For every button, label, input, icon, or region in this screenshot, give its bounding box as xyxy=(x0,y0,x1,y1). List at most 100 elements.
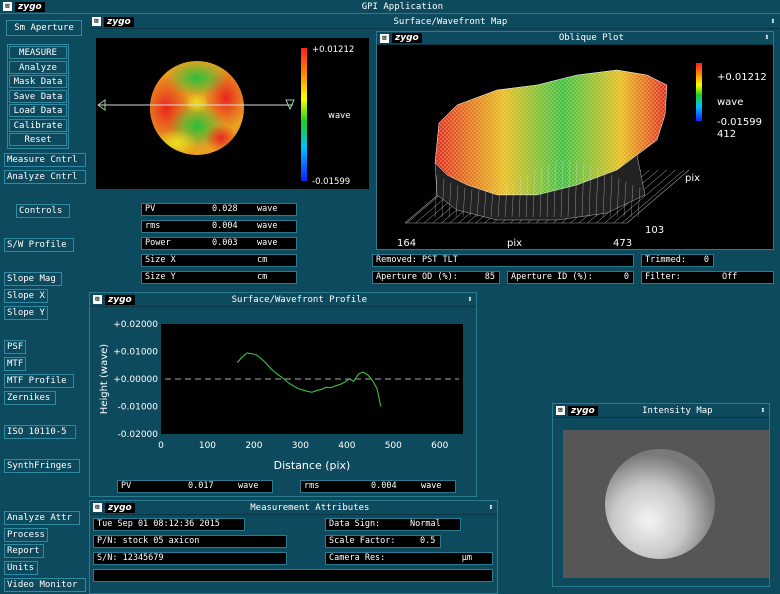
app-title: GPI Application xyxy=(361,1,443,12)
sidebar-item-mtf[interactable]: MTF xyxy=(4,357,26,371)
sidebar-item-controls[interactable]: Controls xyxy=(16,204,70,218)
notes-field[interactable] xyxy=(93,569,493,582)
measurement-attributes-window: ⊠ zygo Measurement Attributes ⬍ Tue Sep … xyxy=(89,500,498,594)
date-field: Tue Sep 01 08:12:36 2015 xyxy=(93,518,245,531)
zygo-logo: zygo xyxy=(392,33,422,43)
oblique-scale-unit: wave xyxy=(717,97,743,108)
pin-icon[interactable]: ⬍ xyxy=(464,295,476,305)
pin-icon[interactable]: ⬍ xyxy=(757,406,769,416)
sidebar-item-zernikes[interactable]: Zernikes xyxy=(4,391,56,405)
close-icon[interactable]: ⊠ xyxy=(93,295,102,304)
sidebar-button-load-data[interactable]: Load Data xyxy=(9,104,67,117)
aperture-id-value: 0 xyxy=(623,272,629,282)
profile-titlebar: ⊠ zygo Surface/Wavefront Profile ⬍ xyxy=(90,293,476,307)
y-tick-label: +0.02000 xyxy=(113,320,158,330)
profile-pv-label: PV xyxy=(121,481,132,491)
oblique-title: Oblique Plot xyxy=(558,33,624,43)
sidebar-button-calibrate[interactable]: Calibrate xyxy=(9,118,67,132)
sidebar-item-slope-y[interactable]: Slope Y xyxy=(4,306,48,320)
y-tick-label: +0.00000 xyxy=(113,375,158,385)
data-sign-value: Normal xyxy=(410,519,441,529)
oblique-plot-window: ⊠ zygo Oblique Plot ⬍ +0.01212 wave -0.0… xyxy=(376,31,774,250)
oblique-pix-right: pix xyxy=(685,173,700,184)
profile-title: Surface/Wavefront Profile xyxy=(231,294,368,305)
close-icon[interactable]: ⊠ xyxy=(92,17,101,26)
profile-pv-field: PV 0.017 wave xyxy=(117,480,273,493)
stat-unit: cm xyxy=(257,272,268,282)
sidebar-item-synthfringes[interactable]: SynthFringes xyxy=(4,459,80,473)
pn-text: P/N: stock 05 axicon xyxy=(97,536,200,546)
sidebar-button-analyze[interactable]: Analyze xyxy=(9,60,67,74)
aperture-od-label: Aperture OD (%): xyxy=(376,272,458,282)
stat-pv: PV 0.028 wave xyxy=(141,203,297,216)
x-tick-label: 200 xyxy=(245,441,262,451)
zygo-logo: zygo xyxy=(15,1,45,12)
sm-aperture-button[interactable]: Sm Aperture xyxy=(6,20,82,36)
filter-value: Off xyxy=(722,272,738,282)
oblique-x-label: pix xyxy=(507,238,522,249)
sidebar-item-measure-cntrl[interactable]: Measure Cntrl xyxy=(4,153,86,167)
date-text: Tue Sep 01 08:12:36 2015 xyxy=(97,519,220,529)
pn-field[interactable]: P/N: stock 05 axicon xyxy=(93,535,287,548)
sidebar-item-analyze-attr[interactable]: Analyze Attr xyxy=(4,511,80,525)
stat-value: 0.003 xyxy=(212,238,238,248)
surface-map-title: Surface/Wavefront Map xyxy=(393,16,508,27)
profile-rms-field: rms 0.004 wave xyxy=(300,480,456,493)
profile-rms-label: rms xyxy=(304,481,320,491)
stat-size-x: Size X cm xyxy=(141,254,297,267)
aperture-od-field: Aperture OD (%): 85 xyxy=(372,271,500,284)
sidebar-item-s-w-profile[interactable]: S/W Profile xyxy=(4,238,74,252)
close-icon[interactable]: ⊠ xyxy=(556,406,565,415)
sidebar-button-save-data[interactable]: Save Data xyxy=(9,89,67,103)
pin-icon[interactable]: ⬍ xyxy=(761,33,773,43)
sidebar-item-process[interactable]: Process xyxy=(4,528,48,542)
aperture-od-value: 85 xyxy=(484,272,495,282)
stat-rms: rms 0.004 wave xyxy=(141,220,297,233)
trimmed-value: 0 xyxy=(703,255,709,265)
stat-value: 0.028 xyxy=(212,204,238,214)
x-tick-label: 600 xyxy=(431,441,448,451)
sidebar-button-mask-data[interactable]: Mask Data xyxy=(9,75,67,88)
pin-icon[interactable]: ⬍ xyxy=(767,17,779,27)
aperture-id-label: Aperture ID (%): xyxy=(511,272,593,282)
oblique-scale-max: +0.01212 xyxy=(717,72,767,83)
sidebar-item-mtf-profile[interactable]: MTF Profile xyxy=(4,374,74,388)
trimmed-label: Trimmed: xyxy=(645,255,686,265)
sidebar-item-units[interactable]: Units xyxy=(4,561,38,575)
profile-chart[interactable]: +0.02000 +0.01000 +0.00000 -0.01000 -0.02000… xyxy=(91,309,477,471)
sidebar: Sm Aperture MEASURE Analyze Mask Data Save … xyxy=(0,15,88,594)
pin-icon[interactable]: ⬍ xyxy=(485,503,497,513)
intensity-image[interactable] xyxy=(563,430,769,578)
x-tick-label: 100 xyxy=(199,441,216,451)
sidebar-button-measure[interactable]: MEASURE xyxy=(9,46,67,59)
sidebar-item-psf[interactable]: PSF xyxy=(4,340,26,354)
zygo-logo: zygo xyxy=(105,294,135,305)
surface-map-plot[interactable]: +0.01212 wave -0.01599 xyxy=(96,38,369,189)
zygo-logo: zygo xyxy=(104,16,134,27)
y-tick-label: -0.01000 xyxy=(118,403,159,413)
removed-text: Removed: PST TLT xyxy=(376,255,458,265)
sidebar-item-slope-x[interactable]: Slope X xyxy=(4,289,48,303)
close-icon[interactable]: ⊠ xyxy=(380,33,389,43)
close-icon[interactable]: ⊠ xyxy=(3,2,12,11)
stat-unit: wave xyxy=(257,204,278,214)
sn-field[interactable]: S/N: 12345679 xyxy=(93,552,287,565)
sidebar-item-report[interactable]: Report xyxy=(4,544,44,558)
sidebar-item-iso-10110-5[interactable]: ISO 10110-5 xyxy=(4,425,76,439)
oblique-titlebar: ⊠ zygo Oblique Plot ⬍ xyxy=(377,32,773,45)
profile-x-axis-label: Distance (pix) xyxy=(274,459,351,471)
sidebar-item-video-monitor[interactable]: Video Monitor xyxy=(4,578,86,592)
oblique-plot-svg[interactable]: +0.01212 wave -0.01599 412 pix 103 164 p… xyxy=(377,45,773,249)
close-icon[interactable]: ⊠ xyxy=(93,503,102,512)
stat-power: Power 0.003 wave xyxy=(141,237,297,250)
profile-window: ⊠ zygo Surface/Wavefront Profile ⬍ +0.02… xyxy=(89,292,477,497)
attributes-titlebar: ⊠ zygo Measurement Attributes ⬍ xyxy=(90,501,497,515)
sidebar-item-slope-mag[interactable]: Slope Mag xyxy=(4,272,62,286)
intensity-title: Intensity Map xyxy=(642,405,713,416)
scale-factor-value: 0.5 xyxy=(420,536,436,546)
sidebar-button-reset[interactable]: Reset xyxy=(9,133,67,146)
zygo-logo: zygo xyxy=(568,405,598,416)
aperture-id-field: Aperture ID (%): 0 xyxy=(507,271,634,284)
sidebar-item-analyze-cntrl[interactable]: Analyze Cntrl xyxy=(4,170,86,184)
surface-scale-unit: wave xyxy=(328,111,350,121)
